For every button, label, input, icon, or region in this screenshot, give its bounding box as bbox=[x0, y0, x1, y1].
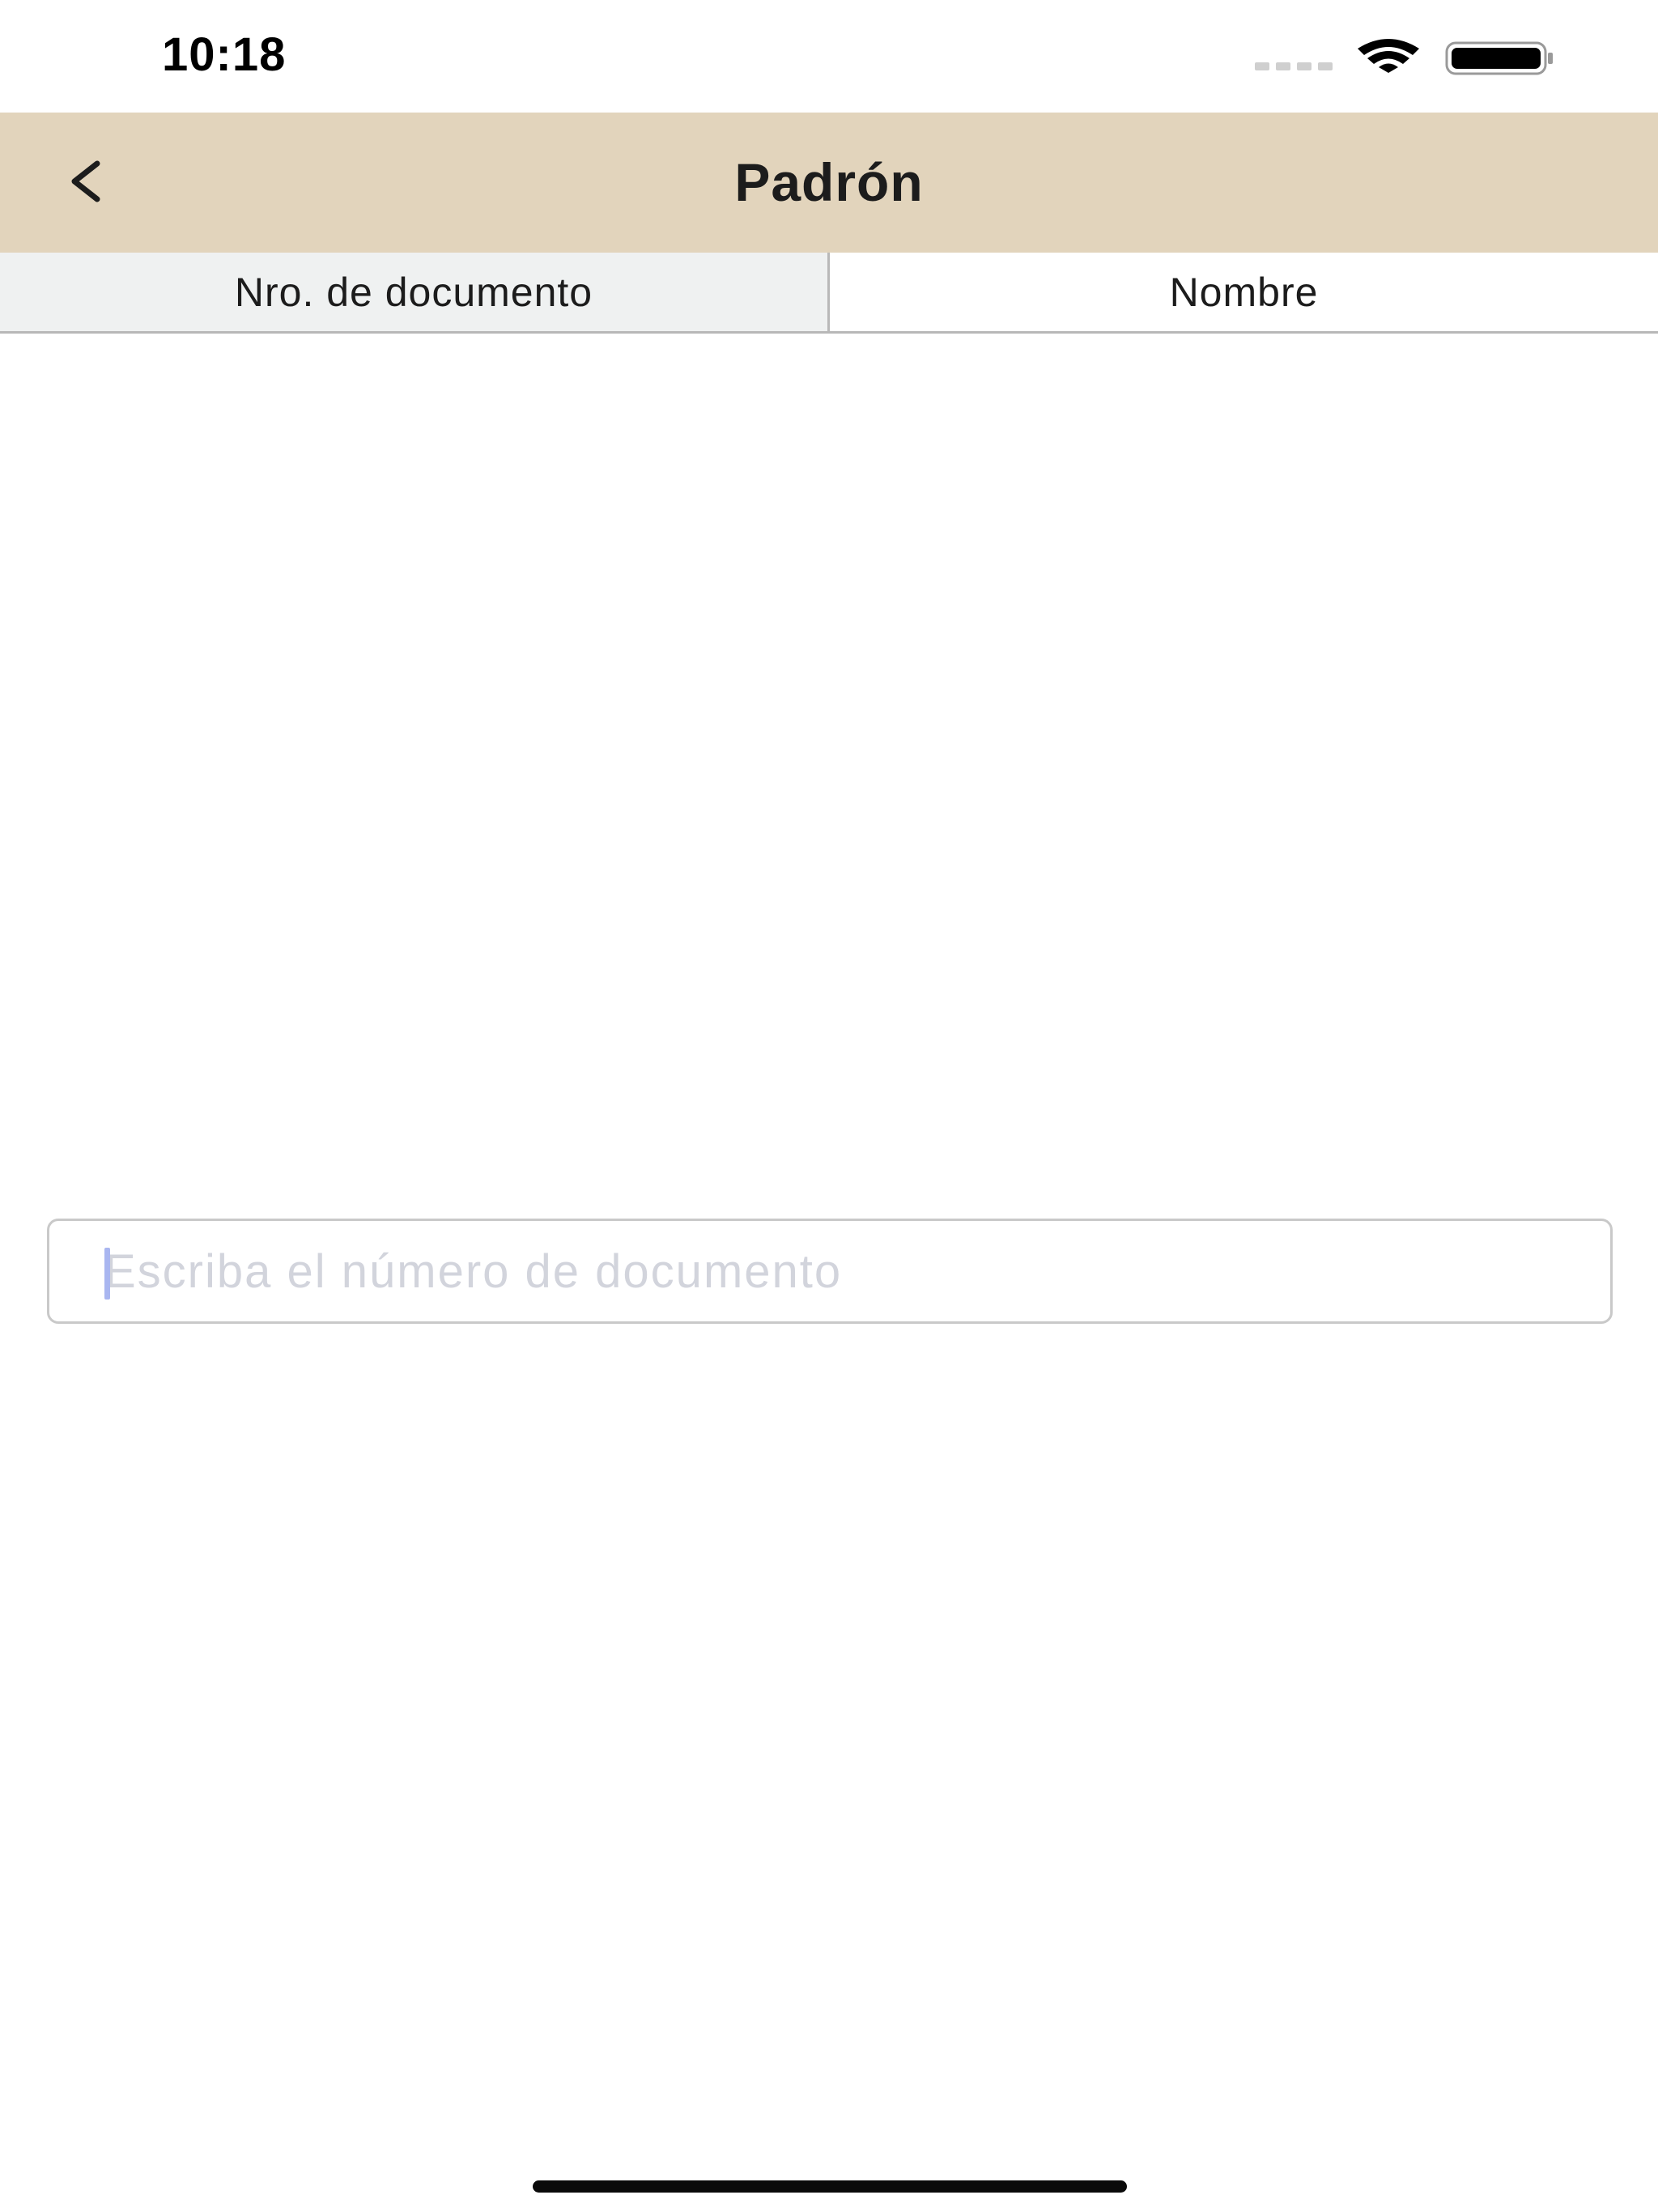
tab-document-number[interactable]: Nro. de documento bbox=[0, 253, 830, 331]
wifi-icon bbox=[1358, 39, 1419, 73]
page-title: Padrón bbox=[734, 152, 924, 212]
battery-icon bbox=[1445, 41, 1553, 75]
back-button[interactable] bbox=[49, 145, 121, 218]
tab-name[interactable]: Nombre bbox=[830, 253, 1658, 331]
signal-icon bbox=[1255, 62, 1333, 70]
nav-header: Padrón bbox=[0, 113, 1658, 253]
document-number-field[interactable] bbox=[47, 1219, 1613, 1324]
status-bar: 10:18 bbox=[0, 0, 1658, 113]
status-time: 10:18 bbox=[162, 28, 287, 81]
home-indicator[interactable] bbox=[533, 2180, 1127, 2193]
text-caret bbox=[104, 1248, 110, 1300]
document-number-input[interactable] bbox=[104, 1221, 1578, 1321]
chevron-left-icon bbox=[71, 160, 100, 202]
segmented-tabs: Nro. de documento Nombre bbox=[0, 253, 1658, 334]
